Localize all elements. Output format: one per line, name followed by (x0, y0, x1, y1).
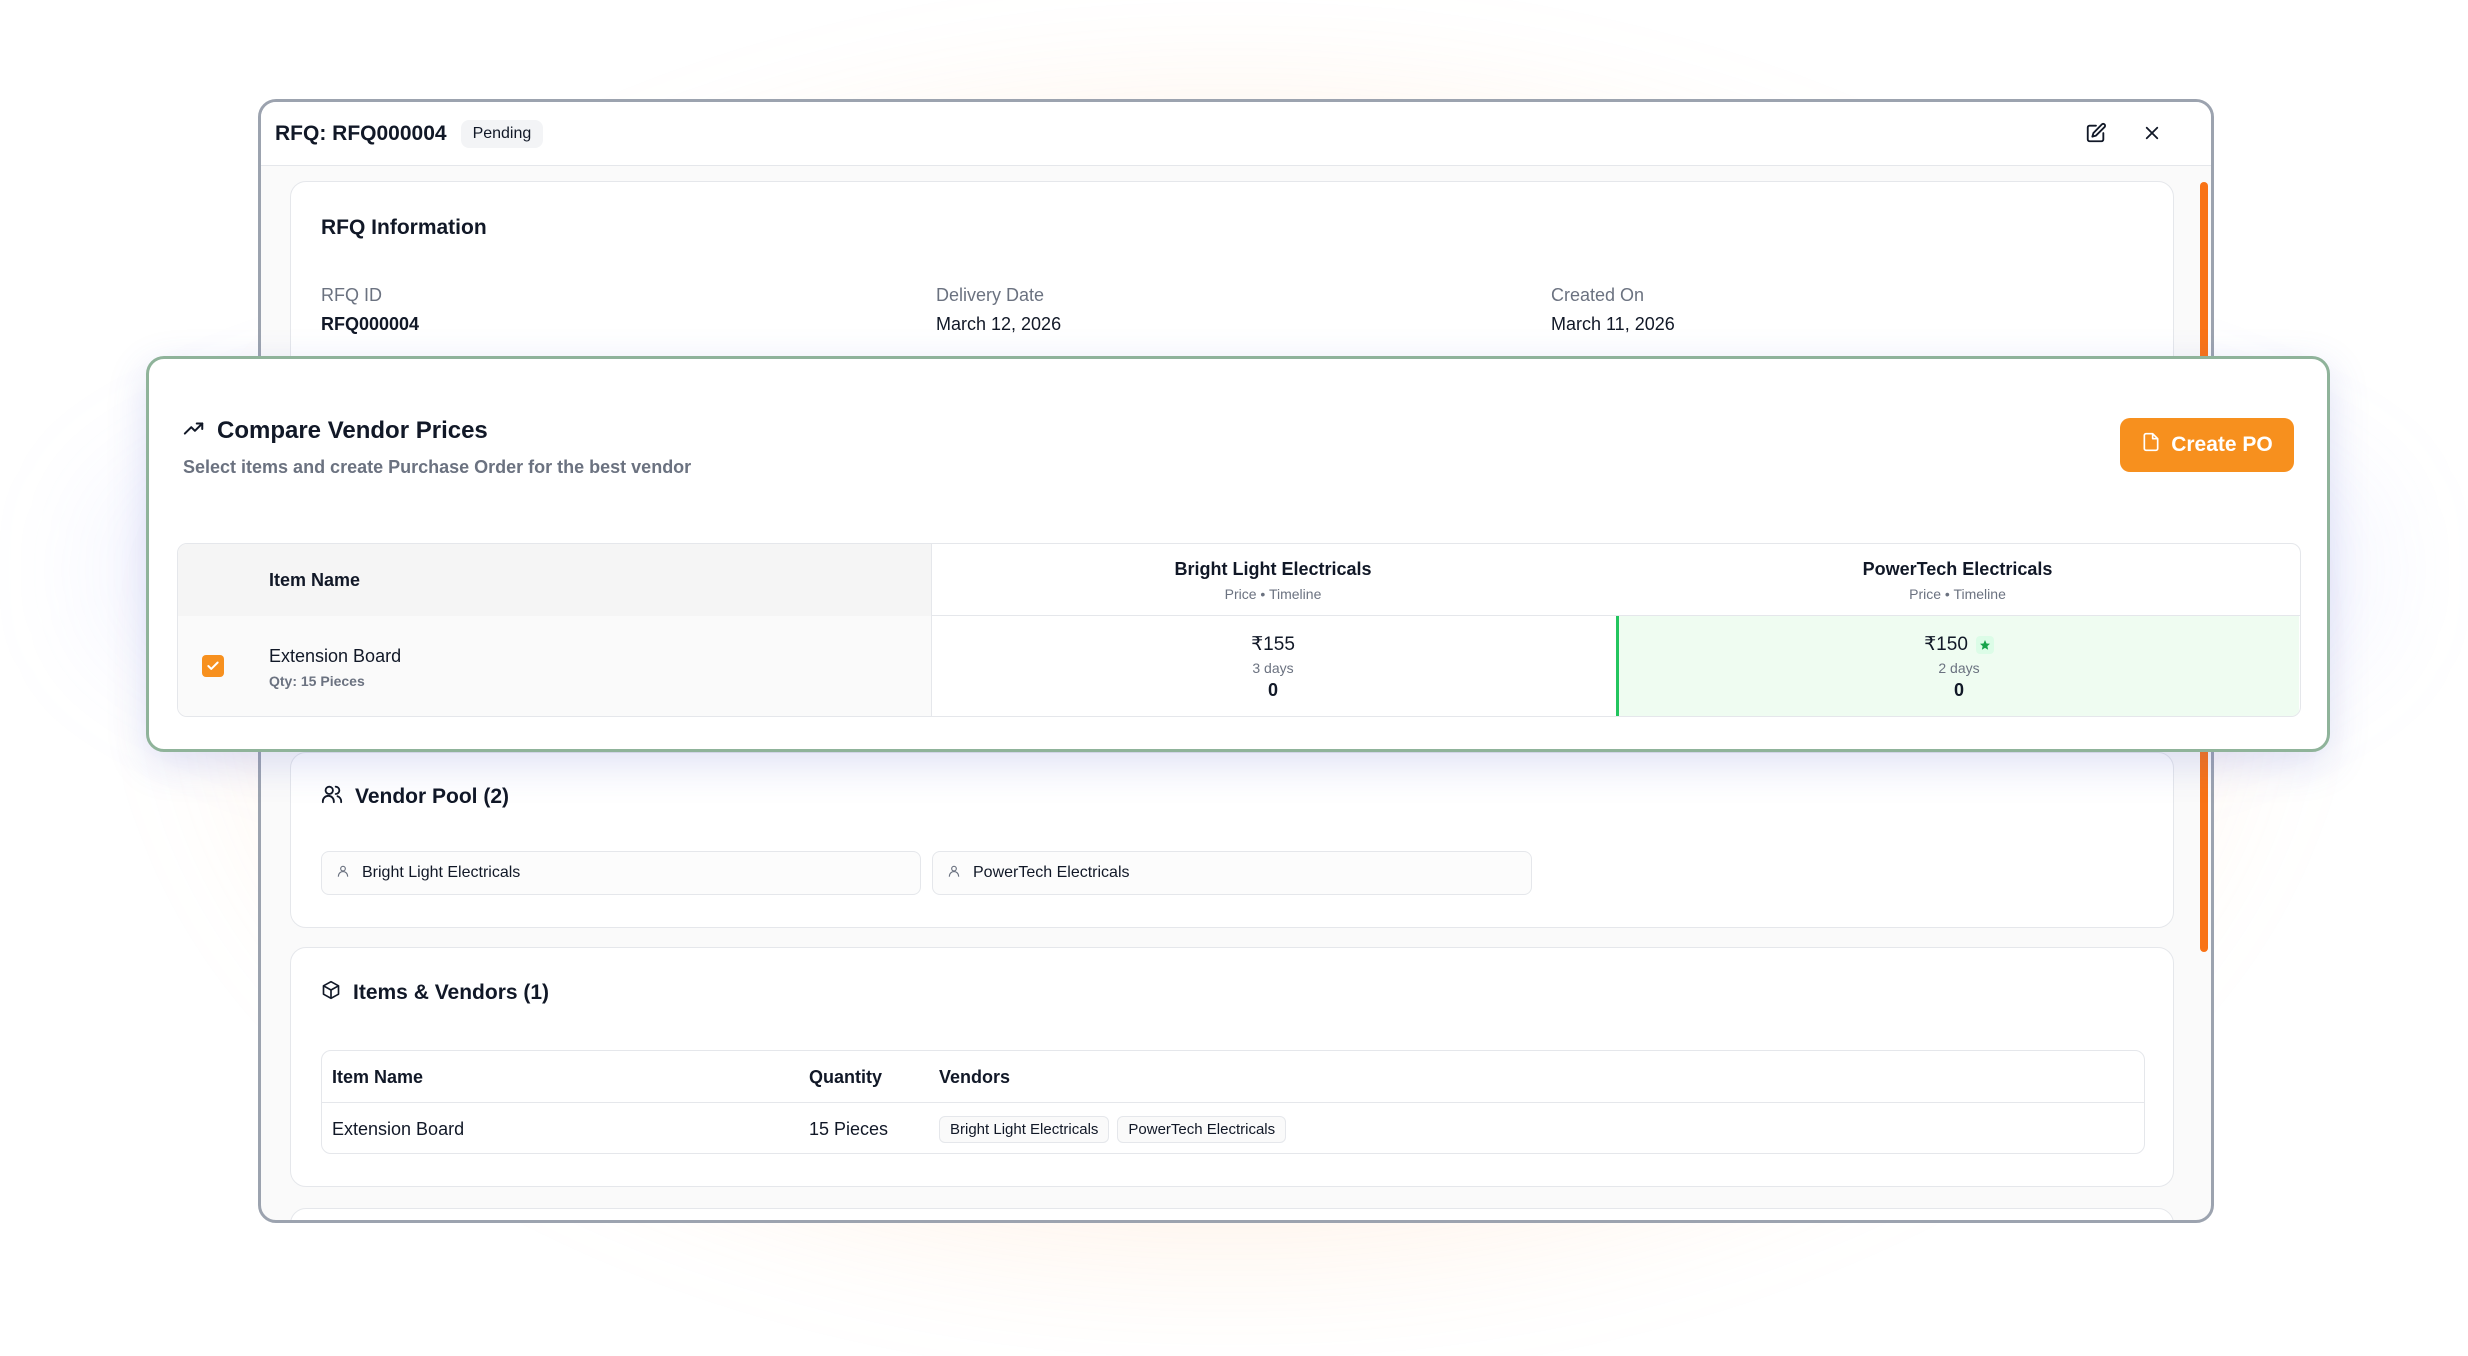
compare-table-header: Item Name Bright Light Electricals Price… (178, 544, 2300, 616)
items-vendors-title: Items & Vendors (1) (353, 980, 550, 1004)
user-icon (947, 864, 961, 883)
rfq-info-title: RFQ Information (321, 216, 487, 239)
vendor-chip[interactable]: Bright Light Electricals (321, 851, 921, 895)
status-badge: Pending (460, 119, 544, 148)
item-name: Extension Board (269, 646, 402, 666)
quote-extra-value: 0 (1267, 680, 1278, 700)
modal-header: RFQ: RFQ000004 Pending (261, 102, 2211, 166)
compare-header: Compare Vendor Prices (183, 417, 488, 445)
field-label: Delivery Date (936, 285, 1045, 305)
vendor-chip-label: PowerTech Electricals (973, 864, 1130, 881)
items-table: Item Name Quantity Vendors Extension Boa… (321, 1050, 2145, 1154)
compare-title: Compare Vendor Prices (217, 417, 488, 444)
field-label: RFQ ID (321, 285, 382, 305)
vendor-tag: PowerTech Electricals (1117, 1115, 1287, 1143)
column-header-item-name: Item Name (269, 569, 361, 590)
price-cell[interactable]: ₹155 3 days 0 (931, 616, 1614, 716)
timeline-value: 3 days (1252, 660, 1294, 676)
vendor-chip-label: Bright Light Electricals (362, 864, 521, 881)
file-icon (2141, 431, 2161, 459)
delivery-date-field: Delivery Date March 12, 2026 (936, 285, 1061, 335)
modal-title: RFQ: RFQ000004 (275, 121, 447, 145)
field-value: RFQ000004 (321, 314, 420, 334)
item-quantity: Qty: 15 Pieces (269, 673, 365, 689)
field-label: Created On (1551, 285, 1645, 305)
vendor-column-header: Bright Light Electricals Price • Timelin… (931, 544, 1614, 616)
compare-subtitle: Select items and create Purchase Order f… (183, 457, 692, 477)
price-row: ₹150 (1924, 633, 1994, 656)
close-icon[interactable] (2137, 118, 2167, 148)
compare-row: Extension Board Qty: 15 Pieces ₹155 3 da… (178, 616, 2300, 716)
vendor-tag: Bright Light Electricals (939, 1115, 1110, 1143)
rfq-info-card: RFQ Information RFQ ID RFQ000004 Deliver… (290, 181, 2174, 381)
vendor-subheader: Price • Timeline (1909, 585, 2006, 602)
price-value: ₹155 (1251, 634, 1295, 655)
quote-extra-value: 0 (1953, 680, 1964, 700)
vendor-pool-header: Vendor Pool (2) (321, 783, 509, 810)
column-header-vendors: Vendors (939, 1066, 1011, 1087)
created-on-field: Created On March 11, 2026 (1551, 285, 1675, 335)
vendor-chip[interactable]: PowerTech Electricals (932, 851, 1532, 895)
compare-vendor-prices-card: Compare Vendor Prices Select items and c… (146, 356, 2330, 752)
price-value: ₹150 (1924, 634, 1968, 655)
check-icon (207, 661, 219, 670)
star-icon (1975, 635, 1994, 654)
timeline-value: 2 days (1938, 660, 1980, 676)
compare-table: Item Name Bright Light Electricals Price… (177, 543, 2301, 717)
next-card (290, 1208, 2174, 1220)
column-header-quantity: Quantity (809, 1066, 883, 1087)
field-value: March 12, 2026 (936, 314, 1062, 334)
create-po-button[interactable]: Create PO (2120, 418, 2294, 472)
vendor-name: PowerTech Electricals (1862, 558, 2053, 579)
vendor-name: Bright Light Electricals (1174, 558, 1372, 579)
item-name-cell: Extension Board (332, 1118, 465, 1139)
items-vendors-header: Items & Vendors (1) (321, 980, 549, 1005)
create-po-label: Create PO (2171, 433, 2273, 456)
vendor-pool-card: Vendor Pool (2) Bright Light Electricals… (290, 752, 2174, 928)
vendor-column-header: PowerTech Electricals Price • Timeline (1616, 544, 2299, 616)
trending-up-icon (183, 418, 205, 445)
items-vendors-card: Items & Vendors (1) Item Name Quantity V… (290, 947, 2174, 1187)
vendor-pool-title: Vendor Pool (2) (355, 784, 510, 808)
vendors-cell: Bright Light Electricals PowerTech Elect… (939, 1103, 1294, 1153)
package-icon (321, 980, 341, 1005)
vendor-subheader: Price • Timeline (1224, 585, 1322, 602)
edit-icon[interactable] (2081, 118, 2111, 148)
user-icon (336, 864, 350, 883)
table-row: Extension Board 15 Pieces Bright Light E… (322, 1103, 2144, 1153)
best-price-cell[interactable]: ₹150 2 days 0 (1616, 616, 2299, 716)
rfq-id-field: RFQ ID RFQ000004 (321, 285, 419, 335)
users-icon (321, 783, 343, 810)
column-header-item: Item Name (332, 1066, 424, 1087)
item-checkbox[interactable] (202, 655, 224, 677)
quantity-cell: 15 Pieces (809, 1118, 889, 1139)
field-value: March 11, 2026 (1551, 314, 1675, 334)
table-header-row: Item Name Quantity Vendors (322, 1051, 2144, 1103)
